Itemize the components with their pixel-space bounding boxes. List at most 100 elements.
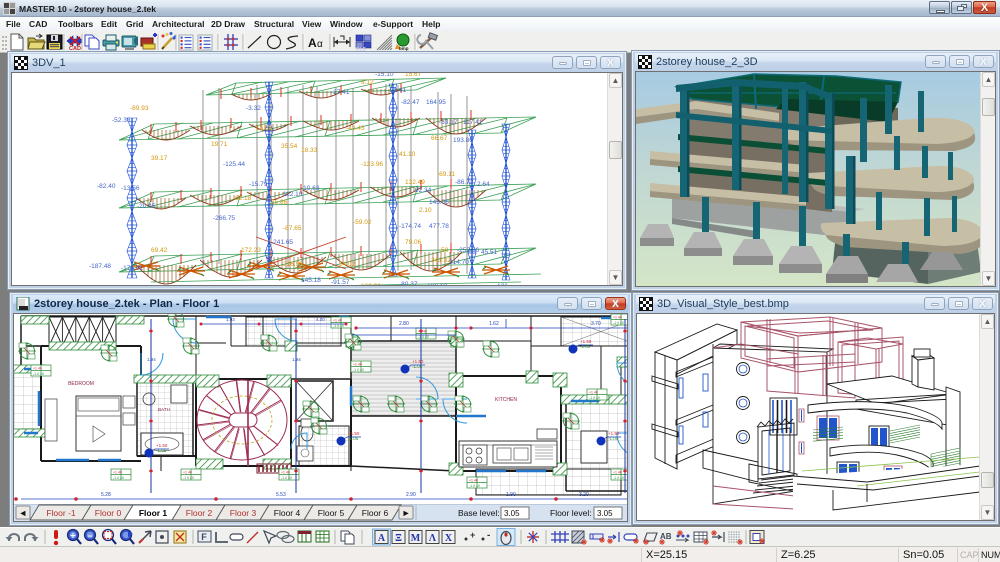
svg-text:-1 0 40: -1 0 40 (281, 476, 292, 480)
svg-text:-1.05: -1.05 (608, 436, 619, 441)
svg-text:KITCHEN: KITCHEN (495, 397, 517, 403)
svg-text:Floor -1: Floor -1 (46, 508, 76, 518)
svg-text:2.90: 2.90 (406, 492, 416, 498)
svg-text:3.20: 3.20 (579, 492, 589, 498)
svg-text:+1 40: +1 40 (281, 471, 290, 475)
svg-text:69.42: 69.42 (151, 247, 168, 254)
svg-text:-1 0 40: -1 0 40 (469, 484, 480, 488)
svg-text:-10.63: -10.63 (301, 185, 320, 192)
svg-text:-1 0 40: -1 0 40 (613, 321, 624, 325)
svg-text:Floor 3: Floor 3 (230, 508, 257, 518)
svg-text:-42.43: -42.43 (346, 125, 365, 132)
svg-text:-89.93: -89.93 (130, 105, 149, 112)
svg-text:-1 0 40: -1 0 40 (183, 476, 194, 480)
svg-text:-: - (487, 530, 490, 541)
svg-text:2.80: 2.80 (399, 321, 409, 327)
svg-text:1.90: 1.90 (506, 492, 516, 498)
svg-text:477.78: 477.78 (429, 223, 449, 230)
svg-text:-80.37: -80.37 (399, 281, 418, 286)
svg-text:Ξ: Ξ (395, 533, 402, 544)
svg-text:39.17: 39.17 (151, 155, 168, 162)
svg-text:◄: ◄ (20, 509, 26, 519)
svg-text:Floor 2: Floor 2 (186, 508, 213, 518)
svg-text:-1 0 40: -1 0 40 (333, 324, 344, 328)
svg-text:-15.10: -15.10 (375, 73, 394, 78)
svg-text:-1 0 40: -1 0 40 (589, 396, 600, 400)
svg-text:-82.40: -82.40 (97, 183, 116, 190)
svg-text:►: ► (403, 509, 409, 519)
svg-text:-100.18: -100.18 (425, 283, 447, 286)
svg-text:-91.57: -91.57 (331, 279, 350, 286)
svg-text:18.33: 18.33 (301, 147, 318, 154)
svg-text:-52.38: -52.38 (112, 117, 131, 124)
svg-text:-86.72: -86.72 (455, 179, 474, 186)
svg-text:-252.56: -252.56 (457, 247, 479, 254)
svg-text:1.94: 1.94 (292, 357, 301, 362)
svg-text:A: A (308, 36, 317, 50)
svg-text:BEDROOM: BEDROOM (68, 381, 94, 387)
svg-text:-1 0 40: -1 0 40 (353, 368, 364, 372)
svg-text:-126: -126 (495, 283, 508, 286)
svg-text:-1 0 40: -1 0 40 (613, 476, 624, 480)
svg-text:Floor 6: Floor 6 (362, 508, 389, 518)
svg-text:35.86: 35.86 (271, 199, 288, 206)
svg-text:-123.96: -123.96 (361, 161, 383, 168)
svg-text:X: X (445, 533, 453, 544)
svg-text:-82.47: -82.47 (401, 99, 420, 106)
svg-text:-174.74: -174.74 (399, 223, 421, 230)
svg-text:-1.05: -1.05 (412, 364, 423, 369)
svg-text:214.70: 214.70 (449, 259, 469, 266)
svg-text:3.70: 3.70 (591, 321, 601, 327)
svg-text:-266.75: -266.75 (213, 215, 235, 222)
svg-text:-1.05: -1.05 (580, 344, 591, 349)
svg-text:15.67: 15.67 (405, 73, 422, 78)
svg-text:54.02: 54.02 (339, 261, 356, 268)
svg-text:-105.22: -105.22 (453, 285, 475, 286)
svg-text:-241.65: -241.65 (271, 239, 293, 246)
svg-text:164.95: 164.95 (426, 99, 446, 106)
svg-text:79.06: 79.06 (405, 239, 422, 246)
svg-text:112.10: 112.10 (283, 191, 303, 198)
svg-text:-59.02: -59.02 (353, 219, 372, 226)
svg-text:Base level:: Base level: (458, 508, 500, 518)
svg-text:A: A (378, 533, 386, 544)
svg-text:92.34: 92.34 (415, 187, 432, 194)
svg-text:+1 40: +1 40 (113, 471, 122, 475)
svg-text:117.41: 117.41 (463, 119, 483, 126)
svg-text:Floor 4: Floor 4 (274, 508, 301, 518)
svg-text:Λ: Λ (429, 533, 437, 544)
svg-text:172.23: 172.23 (241, 247, 261, 254)
svg-text:35.54: 35.54 (281, 143, 298, 150)
svg-text:-50: -50 (439, 247, 449, 254)
svg-text:Floor 0: Floor 0 (95, 508, 122, 518)
svg-text:145.06: 145.06 (429, 199, 449, 206)
svg-text:22.41: 22.41 (390, 87, 407, 94)
svg-text:+: + (70, 531, 75, 541)
svg-text:-187.48: -187.48 (89, 263, 111, 270)
svg-text:+1 40: +1 40 (589, 391, 598, 395)
svg-text:-1.05: -1.05 (348, 436, 359, 441)
svg-text:+1 40: +1 40 (613, 471, 622, 475)
svg-text:-15.79: -15.79 (249, 181, 268, 188)
svg-text:α: α (317, 39, 323, 50)
svg-text:-13.56: -13.56 (121, 185, 140, 192)
svg-text:160.96: 160.96 (361, 283, 381, 286)
svg-text:216.98: 216.98 (283, 261, 303, 268)
svg-text:Floor level:: Floor level: (550, 508, 592, 518)
svg-text:Floor 1: Floor 1 (139, 508, 168, 518)
svg-text:+1 40: +1 40 (353, 363, 362, 367)
svg-text:41.10: 41.10 (399, 151, 416, 158)
svg-text:145.18: 145.18 (301, 277, 321, 284)
svg-text:-1 0 40: -1 0 40 (113, 476, 124, 480)
svg-text:1.62: 1.62 (489, 321, 499, 327)
svg-text:3.05: 3.05 (504, 509, 520, 518)
svg-text:-1 0 40: -1 0 40 (418, 335, 429, 339)
svg-text:+1 40: +1 40 (183, 471, 192, 475)
svg-text:Floor 5: Floor 5 (318, 508, 345, 518)
svg-text:5.28: 5.28 (101, 492, 111, 498)
svg-text:66.67: 66.67 (431, 135, 448, 142)
svg-text:-175.01: -175.01 (121, 265, 143, 272)
svg-text:BATH: BATH (158, 407, 170, 412)
svg-text:M: M (411, 533, 421, 544)
svg-text:+1 40: +1 40 (469, 479, 478, 483)
